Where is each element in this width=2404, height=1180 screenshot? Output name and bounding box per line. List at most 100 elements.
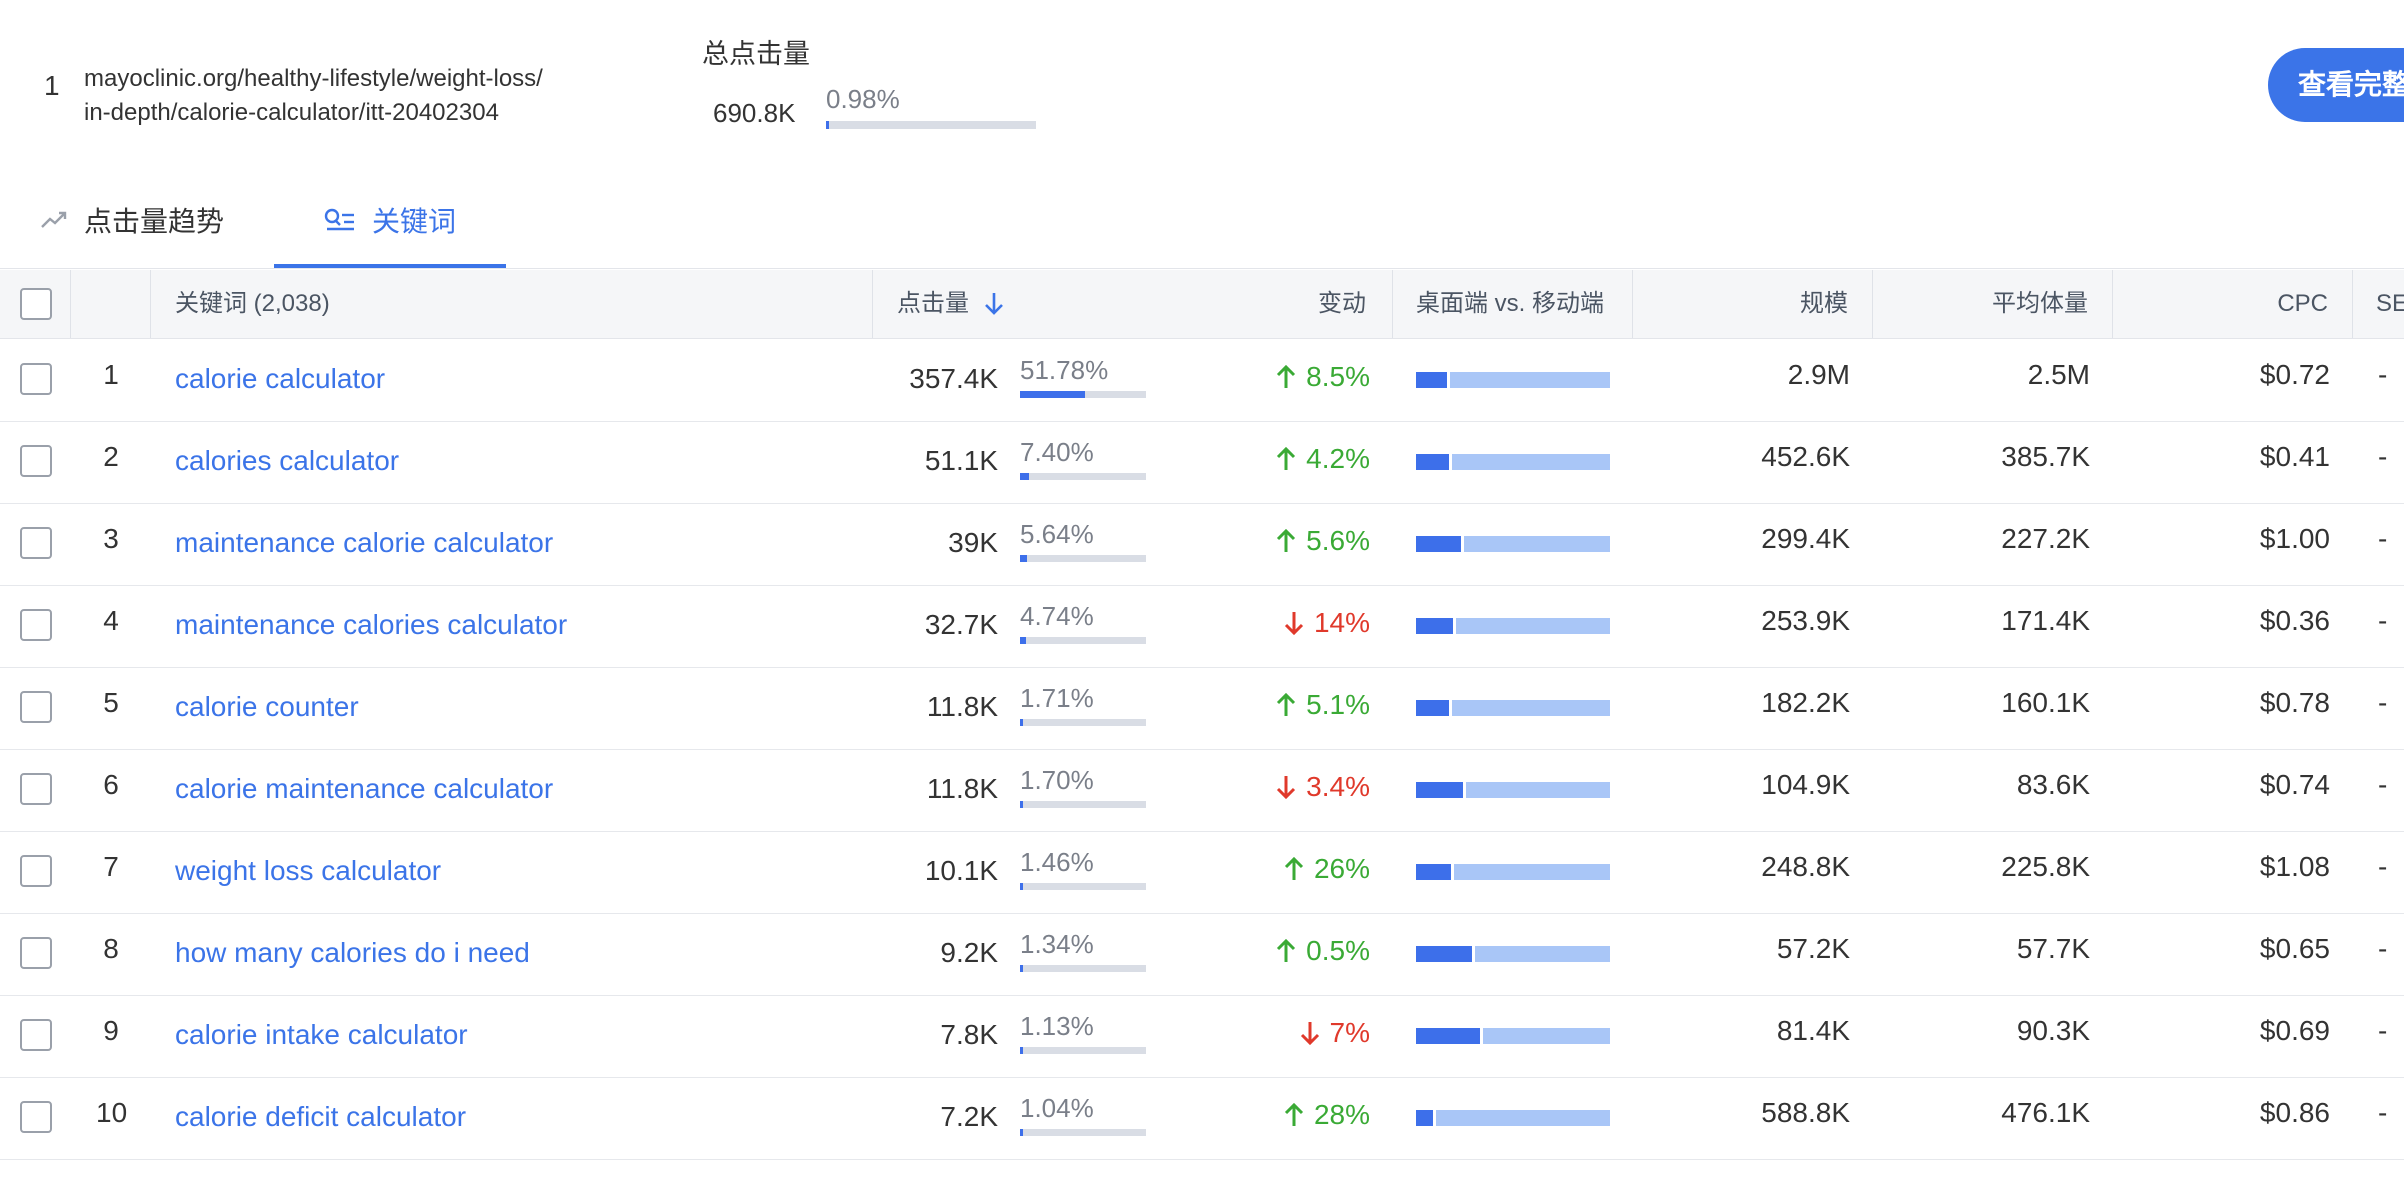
row-number: 8 <box>103 933 119 964</box>
change-percent: 5.6% <box>1306 525 1370 556</box>
table-row[interactable]: 3 maintenance calorie calculator 39K 5.64% 5… <box>0 503 2404 586</box>
cpc-value: $1.00 <box>2259 523 2330 554</box>
change-percent: 7% <box>1329 1017 1370 1048</box>
column-divider <box>2112 270 2113 338</box>
keyword-link[interactable]: calories calculator <box>175 445 399 477</box>
view-full-report-button[interactable]: 查看完整 <box>2268 48 2404 122</box>
column-header-device[interactable]: 桌面端 vs. 移动端 <box>1416 270 1604 338</box>
serp-value: - <box>2378 523 2388 554</box>
keyword-link[interactable]: calorie intake calculator <box>175 1019 468 1051</box>
avg-volume-value: 225.8K <box>2001 851 2090 882</box>
clicks-value: 11.8K <box>926 691 998 722</box>
clicks-share: 1.46% <box>1020 847 1094 877</box>
column-header-volume[interactable]: 规模 <box>1660 270 1848 338</box>
desktop-share-fill <box>1416 700 1449 716</box>
volume-value: 2.9M <box>1787 359 1850 390</box>
volume-value: 253.9K <box>1761 605 1850 636</box>
keyword-link[interactable]: weight loss calculator <box>175 855 441 887</box>
clicks-share-bar <box>1020 719 1146 726</box>
keyword-link[interactable]: calorie calculator <box>175 363 385 395</box>
bar-divider <box>1463 782 1466 798</box>
total-clicks-share-bar <box>826 121 1036 129</box>
tab-keywords[interactable]: 关键词 <box>274 172 506 268</box>
result-url-link[interactable]: mayoclinic.org/healthy-lifestyle/weight-… <box>84 62 644 130</box>
clicks-value: 32.7K <box>924 609 998 640</box>
column-header-keyword[interactable]: 关键词 (2,038) <box>175 270 330 338</box>
row-checkbox[interactable] <box>20 937 52 969</box>
row-checkbox[interactable] <box>20 773 52 805</box>
select-all-checkbox[interactable] <box>20 288 52 320</box>
change-percent: 26% <box>1313 853 1370 884</box>
keyword-link[interactable]: calorie deficit calculator <box>175 1101 466 1133</box>
keyword-search-icon <box>324 208 354 231</box>
clicks-value: 11.8K <box>926 773 998 804</box>
bar-divider <box>1472 946 1475 962</box>
clicks-share-bar <box>1020 965 1146 972</box>
serp-value: - <box>2378 441 2388 472</box>
bar-divider <box>1453 618 1456 634</box>
table-row[interactable]: 2 calories calculator 51.1K 7.40% 4.2% 452.6K… <box>0 421 2404 504</box>
row-number: 3 <box>103 523 119 554</box>
column-divider <box>70 270 71 338</box>
row-checkbox[interactable] <box>20 1019 52 1051</box>
desktop-share-fill <box>1416 1110 1433 1126</box>
table-row[interactable]: 7 weight loss calculator 10.1K 1.46% 26% 248.… <box>0 831 2404 914</box>
row-number: 5 <box>103 687 119 718</box>
row-checkbox[interactable] <box>20 855 52 887</box>
clicks-share-fill <box>1020 555 1027 562</box>
desktop-share-fill <box>1416 454 1449 470</box>
column-header-clicks-label: 点击量 <box>897 290 969 317</box>
cpc-value: $0.36 <box>2259 605 2330 636</box>
row-checkbox[interactable] <box>20 363 52 395</box>
keyword-link[interactable]: how many calories do i need <box>175 937 530 969</box>
tab-click-trend[interactable]: 点击量趋势 <box>40 172 224 268</box>
volume-value: 452.6K <box>1761 441 1850 472</box>
change-percent: 14% <box>1313 607 1370 638</box>
arrow-down-icon <box>985 293 1003 315</box>
clicks-share-bar <box>1020 473 1146 480</box>
serp-value: - <box>2378 769 2388 800</box>
clicks-share: 4.74% <box>1020 601 1094 631</box>
clicks-value: 51.1K <box>924 445 998 476</box>
column-header-clicks[interactable]: 点击量 <box>897 270 1005 338</box>
row-checkbox[interactable] <box>20 609 52 641</box>
table-row[interactable]: 5 calorie counter 11.8K 1.71% 5.1% 182.2K 160.… <box>0 667 2404 750</box>
column-header-avg-volume[interactable]: 平均体量 <box>1900 270 2088 338</box>
clicks-share: 51.78% <box>1020 355 1109 385</box>
arrow-up-icon <box>1277 364 1296 388</box>
cpc-value: $1.08 <box>2259 851 2330 882</box>
column-header-change[interactable]: 变动 <box>1220 270 1366 338</box>
table-header: 关键词 (2,038) 点击量 变动 桌面端 vs. 移动端 规模 平均体量 C… <box>0 270 2404 339</box>
table-row[interactable]: 4 maintenance calories calculator 32.7K 4.7… <box>0 585 2404 668</box>
cpc-value: $0.72 <box>2259 359 2330 390</box>
column-header-cpc[interactable]: CPC <box>2140 270 2328 338</box>
row-number: 10 <box>96 1097 128 1128</box>
volume-value: 299.4K <box>1761 523 1850 554</box>
change-value: 4.2% <box>1240 443 1370 475</box>
clicks-value: 7.2K <box>940 1101 998 1132</box>
clicks-share-fill <box>1020 637 1026 644</box>
avg-volume-value: 2.5M <box>2027 359 2090 390</box>
total-clicks-value: 690.8K <box>713 98 796 128</box>
row-checkbox[interactable] <box>20 1101 52 1133</box>
keyword-link[interactable]: calorie maintenance calculator <box>175 773 553 805</box>
row-checkbox[interactable] <box>20 691 52 723</box>
change-value: 26% <box>1240 853 1370 885</box>
volume-value: 248.8K <box>1761 851 1850 882</box>
cpc-value: $0.86 <box>2259 1097 2330 1128</box>
serp-value: - <box>2378 687 2388 718</box>
table-row[interactable]: 8 how many calories do i need 9.2K 1.34% 0.5… <box>0 913 2404 996</box>
keyword-link[interactable]: calorie counter <box>175 691 359 723</box>
row-checkbox[interactable] <box>20 445 52 477</box>
row-checkbox[interactable] <box>20 527 52 559</box>
column-header-serp[interactable]: SE <box>2376 270 2404 338</box>
keyword-link[interactable]: maintenance calorie calculator <box>175 527 553 559</box>
table-row[interactable]: 1 calorie calculator 357.4K 51.78% 8.5% 2.9M 2… <box>0 339 2404 422</box>
table-row[interactable]: 9 calorie intake calculator 7.8K 1.13% 7% 81.… <box>0 995 2404 1078</box>
table-row[interactable]: 10 calorie deficit calculator 7.2K 1.04% 28%… <box>0 1077 2404 1160</box>
keyword-link[interactable]: maintenance calories calculator <box>175 609 567 641</box>
page-result-header: 1 mayoclinic.org/healthy-lifestyle/weigh… <box>0 0 2404 173</box>
column-divider <box>150 270 151 338</box>
url-line-1: mayoclinic.org/healthy-lifestyle/weight-… <box>84 65 543 92</box>
table-row[interactable]: 6 calorie maintenance calculator 11.8K 1.70… <box>0 749 2404 832</box>
